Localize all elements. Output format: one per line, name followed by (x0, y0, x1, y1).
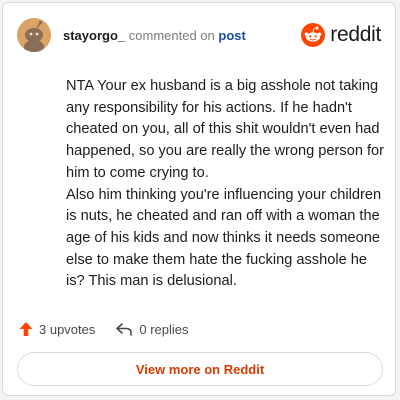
replies-stat[interactable]: 0 replies (115, 321, 189, 337)
reddit-brand[interactable]: reddit (301, 23, 381, 47)
reddit-logo-icon (301, 23, 326, 47)
reply-arrow-icon (116, 323, 133, 336)
comment-card: stayorgo_ commented on post reddit NTA Y… (2, 2, 396, 396)
upvote-arrow-icon (19, 322, 33, 336)
upvotes-count: 3 upvotes (39, 321, 96, 337)
comment-footer: 3 upvotes 0 replies (19, 317, 189, 341)
comment-paragraph-2: Also him thinking you're influencing you… (66, 186, 382, 290)
action-text: commented on (128, 27, 215, 43)
comment-paragraph-1: NTA Your ex husband is a big asshole not… (66, 78, 385, 181)
avatar[interactable] (17, 18, 51, 52)
comment-body: NTA Your ex husband is a big asshole not… (66, 76, 386, 293)
post-link[interactable]: post (218, 28, 245, 43)
brand-name: reddit (330, 23, 381, 46)
username-link[interactable]: stayorgo_ (63, 28, 125, 43)
comment-meta: stayorgo_ commented on post (63, 28, 246, 43)
upvotes-stat[interactable]: 3 upvotes (19, 321, 95, 337)
avatar-snoo-icon (17, 18, 51, 52)
comment-header: stayorgo_ commented on post reddit (17, 17, 381, 53)
replies-count: 0 replies (139, 321, 189, 337)
view-more-button[interactable]: View more on Reddit (17, 352, 383, 386)
